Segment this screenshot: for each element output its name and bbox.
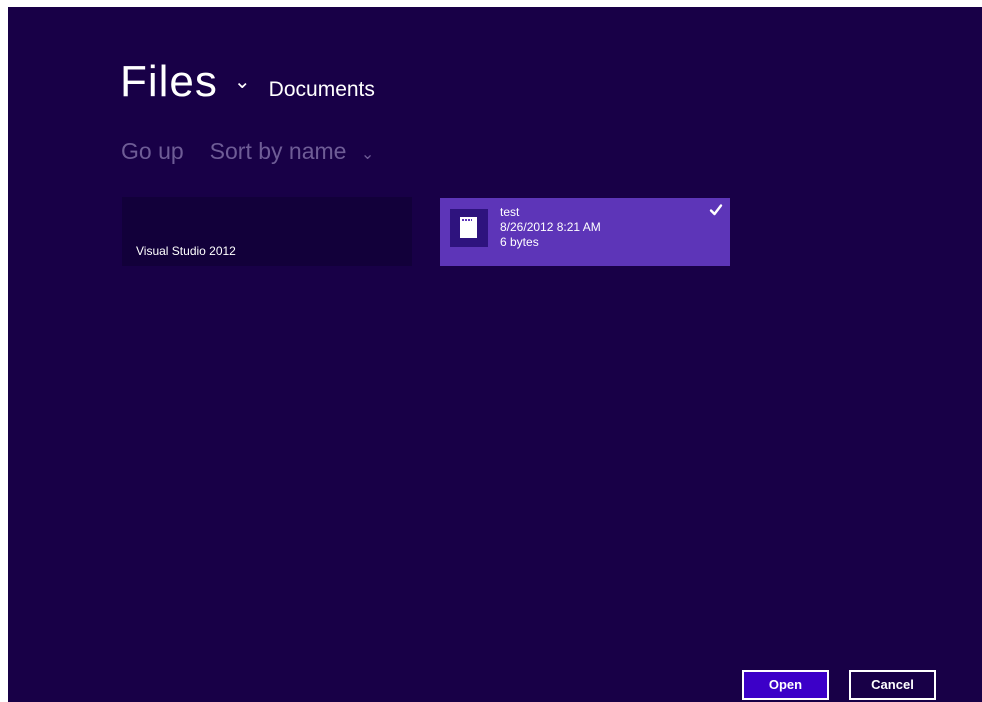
document-icon: [450, 209, 488, 247]
command-bar: Go up Sort by name ⌄: [121, 138, 374, 165]
chevron-down-icon[interactable]: ⌄: [234, 69, 251, 94]
current-location[interactable]: Documents: [269, 78, 375, 102]
file-name: test: [500, 205, 520, 219]
chevron-down-icon: ⌄: [360, 146, 375, 163]
picker-header: Files ⌄ Documents: [120, 57, 375, 107]
file-tile-selected[interactable]: test 8/26/2012 8:21 AM 6 bytes: [440, 198, 730, 266]
sort-label: Sort by name: [209, 138, 347, 164]
cancel-button[interactable]: Cancel: [849, 670, 936, 700]
folder-name: Visual Studio 2012: [136, 244, 236, 258]
go-up-button[interactable]: Go up: [121, 138, 184, 165]
sort-dropdown[interactable]: Sort by name ⌄: [210, 138, 375, 165]
file-picker: Files ⌄ Documents Go up Sort by name ⌄ V…: [8, 7, 982, 702]
open-button[interactable]: Open: [742, 670, 829, 700]
file-meta: test 8/26/2012 8:21 AM 6 bytes: [500, 205, 601, 250]
folder-tile[interactable]: Visual Studio 2012: [122, 197, 412, 266]
file-date: 8/26/2012 8:21 AM: [500, 220, 601, 234]
page-title: Files: [120, 57, 218, 106]
file-size: 6 bytes: [500, 235, 539, 249]
checkmark-icon: [709, 204, 723, 216]
page-glyph: [460, 217, 477, 238]
